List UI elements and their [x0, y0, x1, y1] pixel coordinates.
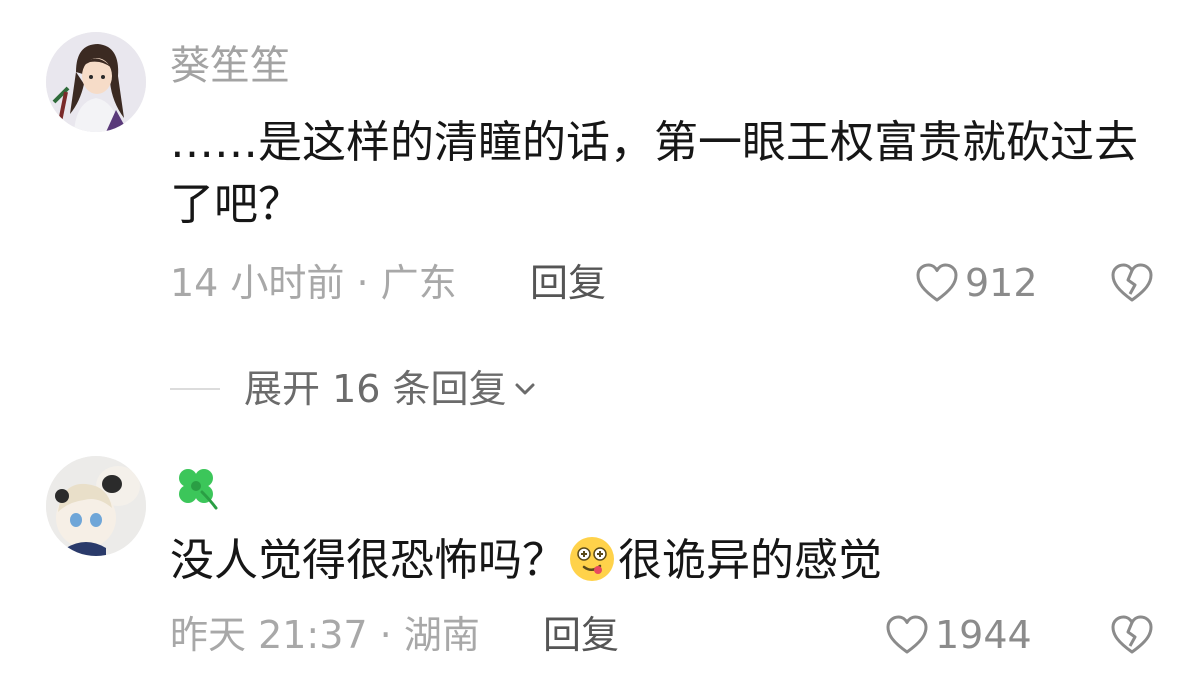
anime-girl-avatar-icon: [46, 32, 146, 132]
time-location: 昨天 21:37 · 湖南: [170, 613, 480, 657]
avatar[interactable]: [46, 32, 146, 132]
like-count: 912: [965, 261, 1038, 305]
expand-replies-button[interactable]: 展开 16 条回复: [170, 366, 539, 412]
avatar[interactable]: [46, 456, 146, 556]
like-button[interactable]: 912: [915, 260, 1038, 306]
plush-doll-avatar-icon: [46, 456, 146, 556]
dizzy-face-emoji-icon: [570, 537, 614, 581]
four-leaf-clover-icon[interactable]: [172, 462, 220, 510]
broken-heart-icon[interactable]: [1110, 614, 1154, 656]
like-button[interactable]: 1944: [885, 612, 1032, 658]
reply-button[interactable]: 回复: [530, 260, 606, 306]
comment-text: 没人觉得很恐怖吗？ 很诡异的感觉: [170, 530, 1160, 592]
comment-text: ……是这样的清瞳的话，第一眼王权富贵就砍过去了吧？: [170, 117, 1138, 230]
broken-heart-icon[interactable]: [1110, 262, 1154, 304]
comment-item-1: 葵笙笙 ……是这样的清瞳的话，第一眼王权富贵就砍过去了吧？ 14 小时前 · 广…: [0, 0, 1200, 340]
comment-text-part2: 很诡异的感觉: [618, 535, 882, 586]
expand-replies-label: 展开 16 条回复: [244, 367, 507, 411]
divider-line: [170, 388, 220, 390]
reply-button[interactable]: 回复: [543, 612, 619, 658]
chevron-down-icon: [515, 383, 535, 395]
heart-outline-icon: [916, 263, 958, 302]
comment-item-2: 没人觉得很恐怖吗？ 很诡异的感觉 昨天 21:37 · 湖南 回复 1944: [0, 440, 1200, 673]
comment-text-part1: 没人觉得很恐怖吗？: [170, 535, 566, 586]
username[interactable]: 葵笙笙: [170, 42, 290, 90]
heart-outline-icon: [886, 615, 928, 654]
like-count: 1944: [935, 613, 1032, 657]
time-location: 14 小时前 · 广东: [170, 261, 457, 305]
